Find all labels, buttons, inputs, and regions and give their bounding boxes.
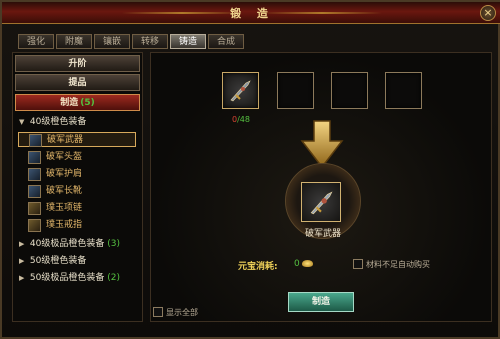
tab-synthesis[interactable]: 合成 (208, 34, 244, 49)
sword-icon (29, 134, 42, 147)
title-bar: 锻 造 × (2, 2, 500, 24)
material-slot-3[interactable] (331, 72, 368, 109)
tree-group-50-orange[interactable]: ▶ 50级橙色装备 (19, 254, 141, 269)
expand-down-icon: ▼ (19, 118, 25, 126)
boots-icon (28, 185, 41, 198)
result-item-name: 破军武器 (304, 229, 341, 239)
tab-strengthen[interactable]: 强化 (18, 34, 54, 49)
tab-inlay[interactable]: 镶嵌 (94, 34, 130, 49)
group-count: (3) (107, 239, 120, 249)
material-count: 0/48 (232, 115, 250, 124)
tab-transfer[interactable]: 转移 (132, 34, 168, 49)
tree-item-pauldron[interactable]: 破军护肩 (18, 167, 136, 182)
tree-item-weapon[interactable]: 破军武器 (18, 132, 136, 147)
helmet-icon (28, 151, 41, 164)
category-make-button[interactable]: 制造 (5) (15, 94, 140, 111)
close-button[interactable]: × (480, 5, 496, 21)
tree-group-40-elite-orange[interactable]: ▶ 40级极品橙色装备 (3) (19, 237, 141, 252)
show-all-label: 显示全部 (166, 308, 198, 317)
cost-label: 元宝消耗: (238, 262, 278, 272)
close-icon: × (483, 6, 493, 19)
make-button[interactable]: 制造 (288, 292, 354, 312)
show-all-checkbox[interactable] (153, 307, 163, 317)
tree-group-50-elite-orange[interactable]: ▶ 50级极品橙色装备 (2) (19, 271, 141, 286)
material-slot-1[interactable] (222, 72, 259, 109)
result-slot[interactable] (301, 182, 341, 222)
ring-icon (28, 219, 41, 232)
category-count-badge: (5) (80, 98, 95, 108)
category-refine-button[interactable]: 提品 (15, 74, 140, 91)
recipe-panel: 升阶 提品 制造 (5) ▼ 40级橙色装备 破军武器 破军头盔 破军护肩 破军长… (12, 52, 143, 322)
weapon-icon (310, 191, 333, 215)
material-slot-2[interactable] (277, 72, 314, 109)
material-icon (230, 80, 251, 102)
expand-right-icon: ▶ (19, 274, 25, 282)
tree-item-necklace[interactable]: 璞玉项链 (18, 201, 136, 216)
auto-buy-label: 材料不足自动购买 (366, 260, 430, 269)
expand-right-icon: ▶ (19, 257, 25, 265)
tab-bar: 强化 附魔 镶嵌 转移 铸造 合成 (18, 34, 244, 49)
window-title: 锻 造 (230, 7, 274, 20)
pauldron-icon (28, 168, 41, 181)
tree-item-boots[interactable]: 破军长靴 (18, 184, 136, 199)
tree-item-helmet[interactable]: 破军头盔 (18, 150, 136, 165)
forge-window: 锻 造 × 强化 附魔 镶嵌 转移 铸造 合成 升阶 提品 制造 (5) ▼ 40… (0, 0, 500, 339)
tab-casting[interactable]: 铸造 (170, 34, 206, 49)
material-slot-4[interactable] (385, 72, 422, 109)
necklace-icon (28, 202, 41, 215)
category-upgrade-button[interactable]: 升阶 (15, 55, 140, 72)
title-ornament-right (262, 12, 382, 14)
auto-buy-checkbox[interactable] (353, 259, 363, 269)
group-count: (2) (107, 273, 120, 283)
tab-enchant[interactable]: 附魔 (56, 34, 92, 49)
expand-right-icon: ▶ (19, 240, 25, 248)
cost-value: 0 (294, 259, 300, 269)
tree-group-40-orange[interactable]: ▼ 40级橙色装备 (19, 115, 141, 130)
ingot-icon (302, 260, 313, 267)
tree-item-ring[interactable]: 璞玉戒指 (18, 218, 136, 233)
